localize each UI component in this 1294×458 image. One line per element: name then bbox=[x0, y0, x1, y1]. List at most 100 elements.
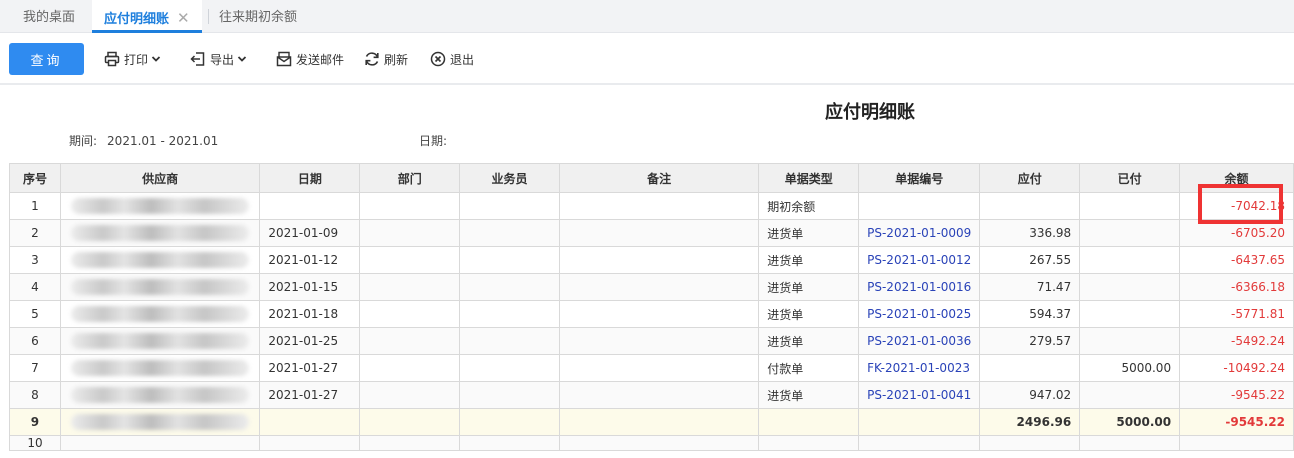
doc-number-link[interactable]: PS-2021-01-0016 bbox=[858, 273, 981, 301]
balance-cell: -7042.18 bbox=[1179, 192, 1294, 220]
balance-cell: -6366.18 bbox=[1179, 273, 1294, 301]
redacted-supplier-name bbox=[70, 387, 250, 403]
column-header[interactable]: 备注 bbox=[558, 163, 760, 193]
empty-cell bbox=[1179, 435, 1294, 451]
note-cell bbox=[558, 246, 760, 274]
department-cell bbox=[359, 300, 461, 328]
column-header[interactable]: 单据类型 bbox=[758, 163, 860, 193]
query-button[interactable]: 查询 bbox=[9, 43, 84, 75]
salesperson-cell bbox=[459, 246, 560, 274]
row-number-cell: 2 bbox=[9, 219, 61, 247]
doc-number-link[interactable]: PS-2021-01-0012 bbox=[858, 246, 981, 274]
column-header[interactable]: 已付 bbox=[1079, 163, 1181, 193]
empty-cell bbox=[359, 408, 461, 436]
note-cell bbox=[558, 273, 760, 301]
table-row[interactable]: 2 2021-01-09 进货单 PS-2021-01-0009 336.98 -6705… bbox=[9, 219, 1294, 247]
date-cell: 2021-01-25 bbox=[259, 327, 361, 355]
export-label: 导出 bbox=[210, 52, 235, 67]
paid-cell bbox=[1079, 273, 1181, 301]
empty-cell bbox=[59, 435, 261, 451]
doc-type-cell: 付款单 bbox=[758, 354, 860, 382]
note-cell bbox=[558, 327, 760, 355]
balance-cell: -9545.22 bbox=[1179, 381, 1294, 409]
balance-cell: -6437.65 bbox=[1179, 246, 1294, 274]
salesperson-cell bbox=[459, 300, 560, 328]
note-cell bbox=[558, 219, 760, 247]
date-cell: 2021-01-27 bbox=[259, 354, 361, 382]
table-row[interactable]: 8 2021-01-27 进货单 PS-2021-01-0041 947.02 -9545… bbox=[9, 381, 1294, 409]
row-number-cell: 8 bbox=[9, 381, 61, 409]
supplier-cell bbox=[59, 273, 261, 301]
supplier-cell bbox=[59, 408, 261, 436]
tab-label: 我的桌面 bbox=[23, 10, 76, 25]
print-label: 打印 bbox=[124, 52, 149, 67]
table-row[interactable]: 6 2021-01-25 进货单 PS-2021-01-0036 279.57 -5492… bbox=[9, 327, 1294, 355]
supplier-cell bbox=[59, 219, 261, 247]
salesperson-cell bbox=[459, 354, 560, 382]
export-button[interactable]: 导出 bbox=[190, 48, 247, 70]
empty-cell bbox=[758, 408, 860, 436]
payable-cell bbox=[979, 192, 1081, 220]
paid-cell bbox=[1079, 192, 1181, 220]
redacted-supplier-name bbox=[70, 333, 250, 349]
payable-cell: 594.37 bbox=[979, 300, 1081, 328]
tab-label: 往来期初余额 bbox=[219, 10, 298, 25]
date-field: 日期: bbox=[419, 132, 447, 149]
close-icon[interactable]: ✕ bbox=[177, 9, 190, 27]
payable-cell: 279.57 bbox=[979, 327, 1081, 355]
column-header[interactable]: 部门 bbox=[359, 163, 461, 193]
supplier-cell bbox=[59, 381, 261, 409]
print-button[interactable]: 打印 bbox=[104, 48, 161, 70]
column-header[interactable]: 序号 bbox=[9, 163, 61, 193]
empty-cell bbox=[979, 435, 1081, 451]
doc-number-link[interactable]: FK-2021-01-0023 bbox=[858, 354, 981, 382]
doc-number-link[interactable] bbox=[858, 192, 981, 220]
chevron-down-icon bbox=[237, 56, 247, 62]
paid-cell: 5000.00 bbox=[1079, 354, 1181, 382]
department-cell bbox=[359, 381, 461, 409]
date-cell bbox=[259, 192, 361, 220]
tab-desktop[interactable]: 我的桌面 bbox=[23, 0, 75, 33]
empty-cell bbox=[858, 408, 981, 436]
doc-number-link[interactable]: PS-2021-01-0009 bbox=[858, 219, 981, 247]
table-row[interactable]: 1 期初余额 -7042.18 bbox=[9, 192, 1294, 220]
balance-cell: -10492.24 bbox=[1179, 354, 1294, 382]
send-email-button[interactable]: 发送邮件 bbox=[276, 48, 344, 70]
refresh-label: 刷新 bbox=[384, 52, 409, 67]
column-header[interactable]: 余额 bbox=[1179, 163, 1294, 193]
column-header[interactable]: 日期 bbox=[259, 163, 361, 193]
column-header[interactable]: 应付 bbox=[979, 163, 1081, 193]
tab-payable-ledger[interactable]: 应付明细账 ✕ bbox=[92, 0, 202, 33]
redacted-supplier-name bbox=[70, 360, 250, 376]
doc-type-cell: 进货单 bbox=[758, 219, 860, 247]
row-number-cell: 10 bbox=[9, 435, 61, 451]
table-row[interactable]: 7 2021-01-27 付款单 FK-2021-01-0023 5000.00 -104… bbox=[9, 354, 1294, 382]
total-row: 9 2496.96 5000.00 -9545.22 bbox=[9, 408, 1294, 436]
refresh-button[interactable]: 刷新 bbox=[364, 48, 408, 70]
total-payable-cell: 2496.96 bbox=[979, 408, 1081, 436]
empty-cell bbox=[558, 408, 760, 436]
redacted-supplier-name bbox=[70, 225, 250, 241]
redacted-supplier-name bbox=[70, 198, 250, 214]
doc-number-link[interactable]: PS-2021-01-0041 bbox=[858, 381, 981, 409]
column-header[interactable]: 供应商 bbox=[59, 163, 261, 193]
column-header[interactable]: 单据编号 bbox=[858, 163, 981, 193]
column-header[interactable]: 业务员 bbox=[459, 163, 560, 193]
date-cell: 2021-01-09 bbox=[259, 219, 361, 247]
tab-opening-balance[interactable]: 往来期初余额 bbox=[219, 0, 297, 33]
exit-button[interactable]: 退出 bbox=[430, 48, 474, 70]
table-row[interactable]: 4 2021-01-15 进货单 PS-2021-01-0016 71.47 -6366.… bbox=[9, 273, 1294, 301]
note-cell bbox=[558, 354, 760, 382]
salesperson-cell bbox=[459, 327, 560, 355]
exit-label: 退出 bbox=[450, 52, 475, 67]
department-cell bbox=[359, 246, 461, 274]
doc-number-link[interactable]: PS-2021-01-0025 bbox=[858, 300, 981, 328]
table-row[interactable]: 3 2021-01-12 进货单 PS-2021-01-0012 267.55 -6437… bbox=[9, 246, 1294, 274]
salesperson-cell bbox=[459, 192, 560, 220]
tab-separator bbox=[208, 9, 209, 24]
doc-number-link[interactable]: PS-2021-01-0036 bbox=[858, 327, 981, 355]
table-header-row: 序号 供应商 日期 部门 业务员 备注 单据类型 单据编号 应付 已付 余额 bbox=[9, 163, 1294, 193]
table-row[interactable]: 5 2021-01-18 进货单 PS-2021-01-0025 594.37 -5771… bbox=[9, 300, 1294, 328]
chevron-down-icon bbox=[151, 56, 161, 62]
redacted-supplier-name bbox=[70, 252, 250, 268]
